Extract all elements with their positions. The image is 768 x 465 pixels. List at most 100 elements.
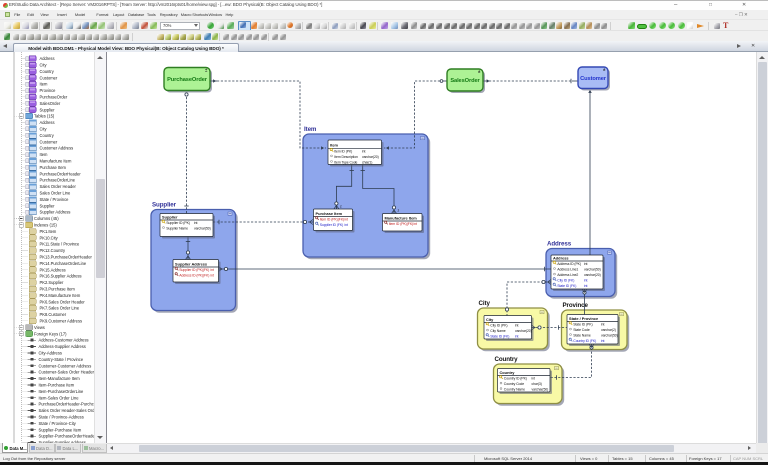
svg-text:Address Line2: Address Line2: [557, 273, 578, 277]
svg-text:SalesOrder: SalesOrder: [40, 101, 61, 106]
svg-text:State ID (PK): State ID (PK): [573, 323, 592, 327]
svg-text:PurchaseOrder: PurchaseOrder: [167, 77, 208, 83]
svg-text:PK6.Sales Order Header: PK6.Sales Order Header: [40, 299, 86, 304]
svg-text:Supplier-PurchaseOrderHeade: Supplier-PurchaseOrderHeade: [39, 434, 95, 439]
svg-text:Country: Country: [500, 370, 516, 375]
svg-text:Customer: Customer: [580, 76, 607, 82]
svg-text:PK3.Purchase Item: PK3.Purchase Item: [40, 287, 76, 292]
svg-text:varchar(50): varchar(50): [601, 334, 618, 338]
svg-text:char(3): char(3): [532, 382, 542, 386]
svg-text:Customer Address: Customer Address: [40, 146, 74, 151]
svg-text:City: City: [479, 300, 491, 307]
svg-text:PK15.Address: PK15.Address: [40, 267, 66, 272]
svg-text:Item-Sales Order Line: Item-Sales Order Line: [39, 395, 80, 400]
svg-text:Address: Address: [40, 120, 55, 125]
svg-text:PK2.Supplier: PK2.Supplier: [40, 280, 65, 285]
svg-text:PK16.Supplier Address: PK16.Supplier Address: [40, 274, 82, 279]
svg-text:PK7.Sales Order Line: PK7.Sales Order Line: [40, 306, 80, 311]
svg-text:SalesOrder: SalesOrder: [450, 78, 480, 84]
svg-text:Address ID (PK): Address ID (PK): [557, 262, 581, 266]
svg-text:PK4.Manufacture Item: PK4.Manufacture Item: [40, 293, 81, 298]
svg-text:Sales Order Line: Sales Order Line: [40, 191, 71, 196]
svg-text:Foreign Keys (17): Foreign Keys (17): [34, 331, 67, 336]
svg-text:int: int: [345, 218, 349, 222]
svg-text:PurchaseOrderLine: PurchaseOrderLine: [40, 178, 76, 183]
svg-text:City ID (PK): City ID (PK): [490, 324, 507, 328]
svg-text:Sales Order Header-Sales Ord: Sales Order Header-Sales Ord: [39, 408, 95, 413]
svg-text:Item: Item: [40, 82, 49, 87]
svg-text:City Name: City Name: [490, 329, 505, 333]
svg-text:varchar(20): varchar(20): [515, 329, 532, 333]
svg-text:State ID (FK): State ID (FK): [490, 335, 509, 339]
svg-text:Country-State / Province: Country-State / Province: [39, 357, 84, 362]
svg-text:Supplier: Supplier: [152, 201, 177, 208]
svg-text:int: int: [515, 324, 519, 328]
svg-text:PK14.PurchaseOrderLine: PK14.PurchaseOrderLine: [40, 261, 87, 266]
svg-text:Item ID (PK): Item ID (PK): [334, 149, 352, 153]
svg-text:Manufacture Item: Manufacture Item: [385, 215, 418, 220]
svg-text:State / Province: State / Province: [40, 197, 70, 202]
svg-text:Supplier: Supplier: [40, 203, 56, 208]
svg-text:Supplier-Purchase Item: Supplier-Purchase Item: [39, 427, 82, 432]
svg-text:varchar(50): varchar(50): [584, 268, 601, 272]
svg-text:Address-Customer Address: Address-Customer Address: [39, 338, 89, 343]
svg-text:Country: Country: [40, 69, 55, 74]
svg-text:PK13.PurchaseOrderHeader: PK13.PurchaseOrderHeader: [40, 255, 93, 260]
svg-text:Country: Country: [40, 133, 55, 138]
svg-text:Item ID (PK)(FK): Item ID (PK)(FK): [389, 222, 413, 226]
svg-text:PK8.Customer: PK8.Customer: [40, 312, 67, 317]
svg-text:Supplier ID (PK): Supplier ID (PK): [166, 221, 190, 225]
svg-text:Item-Manufacture Item: Item-Manufacture Item: [39, 376, 81, 381]
svg-text:Item Description: Item Description: [334, 155, 358, 159]
svg-text:PurchaseOrder: PurchaseOrder: [40, 95, 68, 100]
svg-text:Item ID (PK)(FK): Item ID (PK)(FK): [320, 218, 344, 222]
svg-text:int: int: [211, 274, 215, 278]
svg-text:Customer-Customer Address: Customer-Customer Address: [39, 363, 92, 368]
svg-text:Address: Address: [547, 240, 572, 247]
svg-text:int: int: [414, 222, 418, 226]
svg-text:Address: Address: [553, 255, 569, 260]
svg-text:PK12.Country: PK12.Country: [40, 248, 66, 253]
svg-text:PK1.Item: PK1.Item: [40, 229, 57, 234]
svg-text:Address Line1: Address Line1: [557, 268, 578, 272]
svg-text:Supplier Address: Supplier Address: [40, 210, 71, 215]
svg-text:Customer: Customer: [40, 139, 58, 144]
svg-text:Supplier Name: Supplier Name: [166, 227, 188, 231]
svg-text:varchar(50): varchar(50): [532, 388, 549, 392]
svg-text:z: z: [398, 209, 400, 213]
svg-text:Customer: Customer: [40, 75, 58, 80]
svg-text:City: City: [486, 317, 494, 322]
svg-text:int: int: [584, 262, 588, 266]
svg-text:int: int: [532, 377, 536, 381]
svg-text:Address: Address: [40, 56, 55, 61]
svg-text:int: int: [194, 221, 198, 225]
svg-text:Item-Purchase Item: Item-Purchase Item: [39, 383, 75, 388]
svg-text:Country ID (PK): Country ID (PK): [504, 377, 527, 381]
svg-text:PurchaseOrderHeader-Purchc: PurchaseOrderHeader-Purchc: [39, 402, 94, 407]
svg-text:varchar(20): varchar(20): [584, 273, 601, 277]
svg-text:PK9.Customer Address: PK9.Customer Address: [40, 319, 83, 324]
svg-text:State / Province: State / Province: [569, 316, 599, 321]
svg-text:z: z: [340, 205, 342, 209]
svg-text:Item: Item: [330, 143, 339, 148]
svg-text:Columns (45): Columns (45): [34, 216, 59, 221]
svg-text:int: int: [345, 223, 349, 227]
svg-text:PK11.State / Province: PK11.State / Province: [40, 242, 80, 247]
svg-text:int: int: [515, 335, 519, 339]
svg-text:City ID (FK): City ID (FK): [557, 279, 574, 283]
svg-text:Views: Views: [34, 325, 45, 330]
svg-text:int: int: [584, 284, 588, 288]
svg-text:Country Code: Country Code: [504, 382, 524, 386]
svg-text:City: City: [40, 63, 48, 68]
svg-text:Manufacture Item: Manufacture Item: [40, 159, 72, 164]
svg-text:Supplier ID (FK): Supplier ID (FK): [320, 223, 343, 227]
svg-text:varchar(2): varchar(2): [601, 328, 616, 332]
svg-text:Country ID (FK): Country ID (FK): [573, 339, 596, 343]
svg-text:State / Province-City: State / Province-City: [39, 421, 77, 426]
svg-text:PK10.City: PK10.City: [40, 235, 59, 240]
svg-text:Province: Province: [40, 88, 57, 93]
svg-text:Supplier ID (PK)(FK): Supplier ID (PK)(FK): [179, 268, 209, 272]
svg-text:int: int: [601, 339, 605, 343]
svg-text:Country: Country: [495, 356, 519, 363]
svg-text:int: int: [362, 149, 366, 153]
